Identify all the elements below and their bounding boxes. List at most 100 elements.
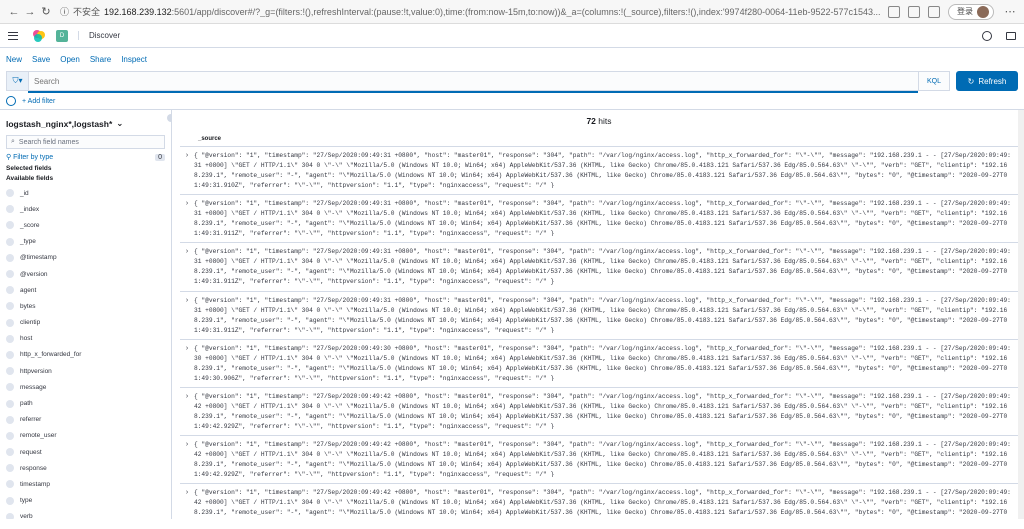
scrollbar[interactable] (1018, 110, 1024, 519)
field-item[interactable]: type (6, 493, 165, 509)
field-list: _id _index _score _type @timestamp @version ag… (6, 185, 165, 519)
field-item[interactable]: httpversion (6, 363, 165, 379)
address-bar[interactable]: ⓘ 不安全 192.168.239.132:5601/app/discover#… (60, 3, 882, 21)
menu-icon[interactable] (8, 31, 18, 40)
expand-row-icon[interactable]: › (180, 488, 194, 519)
field-item[interactable]: message (6, 379, 165, 395)
field-type-icon (6, 367, 14, 376)
source-cell: { "@version": "1", "timestamp": "27/Sep/… (194, 441, 1011, 478)
field-item[interactable]: request (6, 444, 165, 460)
source-cell: { "@version": "1", "timestamp": "27/Sep/… (194, 296, 1011, 333)
field-type-icon (6, 318, 14, 327)
field-item[interactable]: verb (6, 509, 165, 519)
expand-row-icon[interactable]: › (180, 199, 194, 236)
expand-row-icon[interactable]: › (180, 296, 194, 333)
open-button[interactable]: Open (60, 55, 80, 64)
field-item[interactable]: http_x_forwarded_for (6, 347, 165, 363)
field-name: _score (20, 221, 40, 229)
collapse-sidebar-icon[interactable] (167, 114, 171, 122)
selected-fields-heading: Selected fields (6, 165, 52, 172)
table-row: ›{ "@version": "1", "timestamp": "27/Sep… (180, 242, 1018, 290)
field-name: remote_user (20, 432, 57, 440)
space-avatar[interactable]: D (56, 29, 68, 42)
field-type-icon (6, 270, 14, 279)
field-type-icon (6, 399, 14, 408)
field-item[interactable]: _type (6, 234, 165, 250)
expand-row-icon[interactable]: › (180, 392, 194, 429)
expand-row-icon[interactable]: › (180, 440, 194, 477)
inspect-button[interactable]: Inspect (121, 55, 147, 64)
field-name: host (20, 335, 33, 343)
share-button[interactable]: Share (90, 55, 111, 64)
top-nav-menu: New Save Open Share Inspect (0, 51, 1024, 67)
field-item[interactable]: @timestamp (6, 250, 165, 266)
search-icon: ⌕ (11, 138, 15, 145)
table-row: ›{ "@version": "1", "timestamp": "27/Sep… (180, 435, 1018, 483)
field-search[interactable]: ⌕ Search field names (6, 135, 165, 149)
field-item[interactable]: remote_user (6, 428, 165, 444)
field-item[interactable]: referrer (6, 412, 165, 428)
kibana-logo-icon[interactable] (32, 29, 46, 43)
field-item[interactable]: clientip (6, 315, 165, 331)
collections-icon[interactable] (928, 5, 940, 18)
insecure-label: 不安全 (73, 7, 101, 17)
profile-button[interactable]: 登录 (948, 3, 994, 20)
reader-icon[interactable] (888, 5, 900, 18)
newsfeed-icon[interactable] (1006, 31, 1016, 40)
available-fields-heading: Available fields (6, 175, 54, 182)
back-icon[interactable]: ← (6, 6, 22, 18)
expand-row-icon[interactable]: › (180, 344, 194, 381)
field-name: message (20, 383, 47, 391)
field-item[interactable]: _score (6, 217, 165, 233)
results-panel: 72 hits _source ›{ "@version": "1", "tim… (172, 110, 1018, 519)
help-icon[interactable] (982, 30, 992, 41)
field-item[interactable]: agent (6, 282, 165, 298)
field-name: @timestamp (20, 254, 57, 262)
field-item[interactable]: timestamp (6, 476, 165, 492)
field-item[interactable]: response (6, 460, 165, 476)
field-name: _type (20, 238, 36, 246)
filter-bar: + Add filter (0, 93, 1024, 109)
forward-icon[interactable]: → (22, 6, 38, 18)
source-cell: { "@version": "1", "timestamp": "27/Sep/… (194, 200, 1011, 237)
header-actions (982, 30, 1016, 41)
expand-row-icon[interactable]: › (180, 247, 194, 284)
index-pattern-name: logstash_nginx*,logstash* (6, 118, 113, 129)
filter-by-type-text: Filter by type (13, 154, 54, 161)
add-filter-button[interactable]: + Add filter (22, 98, 55, 105)
new-button[interactable]: New (6, 55, 22, 64)
more-icon[interactable]: ⋯ (1002, 5, 1018, 18)
saved-query-icon[interactable]: ⛉▾ (7, 72, 29, 90)
field-type-icon (6, 334, 14, 343)
reload-icon[interactable]: ↻ (38, 5, 54, 18)
field-name: request (20, 448, 42, 456)
field-item[interactable]: @version (6, 266, 165, 282)
url-rest: :5601/app/discover#/?_g=(filters:!(),ref… (171, 6, 881, 17)
field-item[interactable]: _id (6, 185, 165, 201)
filter-options-icon[interactable] (6, 96, 16, 106)
field-name: type (20, 497, 33, 505)
source-cell: { "@version": "1", "timestamp": "27/Sep/… (194, 248, 1011, 285)
field-item[interactable]: bytes (6, 298, 165, 314)
refresh-icon: ↻ (967, 76, 975, 86)
refresh-button[interactable]: ↻ Refresh (956, 71, 1018, 91)
chevron-down-icon: ⌄ (116, 118, 124, 128)
discover-main: logstash_nginx*,logstash* ⌄ ⌕ Search fie… (0, 109, 1024, 519)
filter-by-type-button[interactable]: ⚲ Filter by type 0 (6, 153, 165, 161)
field-name: bytes (20, 302, 36, 310)
favorite-icon[interactable] (908, 5, 920, 18)
field-name: agent (20, 286, 37, 294)
index-pattern-selector[interactable]: logstash_nginx*,logstash* ⌄ (6, 118, 165, 129)
expand-row-icon[interactable]: › (180, 151, 194, 188)
field-item[interactable]: _index (6, 201, 165, 217)
search-input[interactable] (29, 72, 918, 90)
save-button[interactable]: Save (32, 55, 50, 64)
field-item[interactable]: path (6, 395, 165, 411)
kql-toggle[interactable]: KQL (917, 72, 949, 90)
field-sidebar: logstash_nginx*,logstash* ⌄ ⌕ Search fie… (0, 110, 172, 519)
field-type-icon (6, 237, 14, 246)
avatar (977, 5, 989, 18)
field-name: timestamp (20, 480, 50, 488)
field-item[interactable]: host (6, 331, 165, 347)
table-row: ›{ "@version": "1", "timestamp": "27/Sep… (180, 483, 1018, 519)
